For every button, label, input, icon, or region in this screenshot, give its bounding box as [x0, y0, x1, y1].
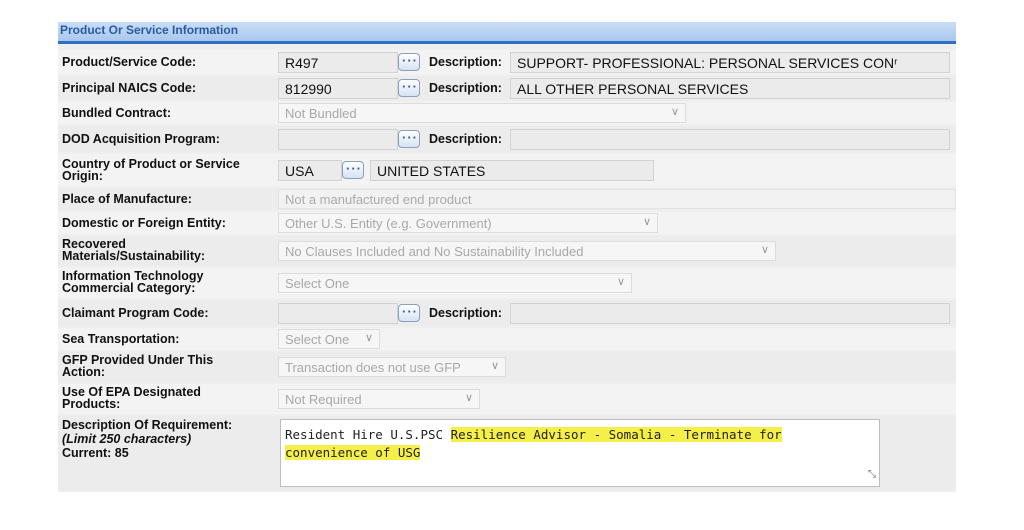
chevron-down-icon: ∨	[364, 332, 373, 344]
epa-value: Not Required	[285, 392, 362, 407]
it-select[interactable]: Select One ∨	[278, 273, 632, 293]
manufacture-label: Place of Manufacture:	[62, 192, 192, 206]
chevron-down-icon: ∨	[490, 360, 499, 372]
requirement-label: Description Of Requirement:	[62, 418, 233, 432]
entity-select[interactable]: Other U.S. Entity (e.g. Government) ∨	[278, 213, 658, 233]
epa-select[interactable]: Not Required ∨	[278, 389, 480, 409]
it-value: Select One	[285, 276, 350, 291]
sea-label: Sea Transportation:	[62, 332, 180, 346]
recovered-row: Recovered Materials/Sustainability: No C…	[58, 236, 956, 266]
requirement-count: Current: 85	[62, 446, 129, 460]
it-label: Information Technology Commercial Catego…	[62, 269, 204, 295]
epa-label: Use Of EPA Designated Products:	[62, 385, 201, 411]
bundled-value: Not Bundled	[285, 106, 357, 121]
bundled-row: Bundled Contract: Not Bundled ∨	[58, 102, 956, 124]
country-label: Country of Product or Service Origin:	[62, 157, 240, 183]
dod-lookup-icon[interactable]: ···	[398, 130, 420, 148]
chevron-down-icon: ∨	[464, 392, 473, 404]
gfp-label: GFP Provided Under This Action:	[62, 353, 214, 379]
requirement-text-plain: Resident Hire U.S.PSC	[285, 427, 451, 442]
sea-select[interactable]: Select One ∨	[278, 329, 380, 349]
manufacture-row: Place of Manufacture: Not a manufactured…	[58, 188, 956, 210]
country-row: Country of Product or Service Origin: US…	[58, 154, 956, 186]
naics-lookup-icon[interactable]: ···	[398, 79, 420, 97]
gfp-value: Transaction does not use GFP	[285, 360, 461, 375]
naics-description-field: ALL OTHER PERSONAL SERVICES	[510, 78, 950, 99]
naics-description-label: Description:	[429, 81, 502, 95]
claimant-description-field	[510, 303, 950, 324]
it-row: Information Technology Commercial Catego…	[58, 268, 956, 298]
country-code-field[interactable]: USA	[278, 160, 342, 181]
dod-field[interactable]	[278, 129, 398, 150]
chevron-down-icon: ∨	[760, 244, 769, 256]
entity-label: Domestic or Foreign Entity:	[62, 216, 226, 230]
gfp-select[interactable]: Transaction does not use GFP ∨	[278, 357, 506, 377]
dod-label: DOD Acquisition Program:	[62, 132, 220, 146]
product-service-panel: Product Or Service Information Product/S…	[58, 22, 956, 492]
chevron-down-icon: ∨	[642, 216, 651, 228]
claimant-field[interactable]	[278, 303, 398, 324]
naics-label: Principal NAICS Code:	[62, 81, 197, 95]
requirement-text-highlight-2: convenience of USG	[285, 445, 421, 460]
psc-field[interactable]: R497	[278, 52, 398, 73]
naics-field[interactable]: 812990	[278, 78, 398, 99]
claimant-lookup-icon[interactable]: ···	[398, 304, 420, 322]
country-lookup-icon[interactable]: ···	[342, 161, 364, 179]
bundled-label: Bundled Contract:	[62, 106, 172, 120]
chevron-down-icon: ∨	[616, 276, 625, 288]
psc-description-label: Description:	[429, 55, 502, 69]
psc-description-field: SUPPORT- PROFESSIONAL: PERSONAL SERVICES…	[510, 52, 950, 73]
claimant-description-label: Description:	[429, 306, 502, 320]
sea-value: Select One	[285, 332, 350, 347]
dod-description-field	[510, 129, 950, 150]
manufacture-field: Not a manufactured end product	[278, 189, 956, 209]
requirement-limit: (Limit 250 characters)	[62, 432, 192, 446]
dod-row: DOD Acquisition Program: ··· Description…	[58, 126, 956, 152]
claimant-label: Claimant Program Code:	[62, 306, 209, 320]
naics-row: Principal NAICS Code: 812990 ··· Descrip…	[58, 76, 956, 100]
requirement-text-highlight-1: Resilience Advisor - Somalia - Terminate…	[450, 427, 782, 442]
sea-row: Sea Transportation: Select One ∨	[58, 328, 956, 350]
psc-lookup-icon[interactable]: ···	[398, 53, 420, 71]
chevron-down-icon: ∨	[670, 106, 679, 118]
country-name-field: UNITED STATES	[370, 160, 654, 181]
psc-row: Product/Service Code: R497 ··· Descripti…	[58, 50, 956, 74]
dod-description-label: Description:	[429, 132, 502, 146]
epa-row: Use Of EPA Designated Products: Not Requ…	[58, 384, 956, 414]
entity-value: Other U.S. Entity (e.g. Government)	[285, 216, 492, 231]
entity-row: Domestic or Foreign Entity: Other U.S. E…	[58, 212, 956, 234]
claimant-row: Claimant Program Code: ··· Description:	[58, 300, 956, 326]
requirement-textarea[interactable]: Resident Hire U.S.PSC Resilience Advisor…	[280, 419, 880, 487]
gfp-row: GFP Provided Under This Action: Transact…	[58, 352, 956, 382]
section-title: Product Or Service Information	[60, 23, 239, 37]
recovered-value: No Clauses Included and No Sustainabilit…	[285, 244, 584, 259]
recovered-label: Recovered Materials/Sustainability:	[62, 237, 206, 263]
resize-grip-icon[interactable]: ⤡	[868, 466, 876, 484]
psc-label: Product/Service Code:	[62, 55, 197, 69]
recovered-select[interactable]: No Clauses Included and No Sustainabilit…	[278, 241, 776, 261]
bundled-select[interactable]: Not Bundled ∨	[278, 103, 686, 123]
section-header: Product Or Service Information	[58, 22, 956, 44]
